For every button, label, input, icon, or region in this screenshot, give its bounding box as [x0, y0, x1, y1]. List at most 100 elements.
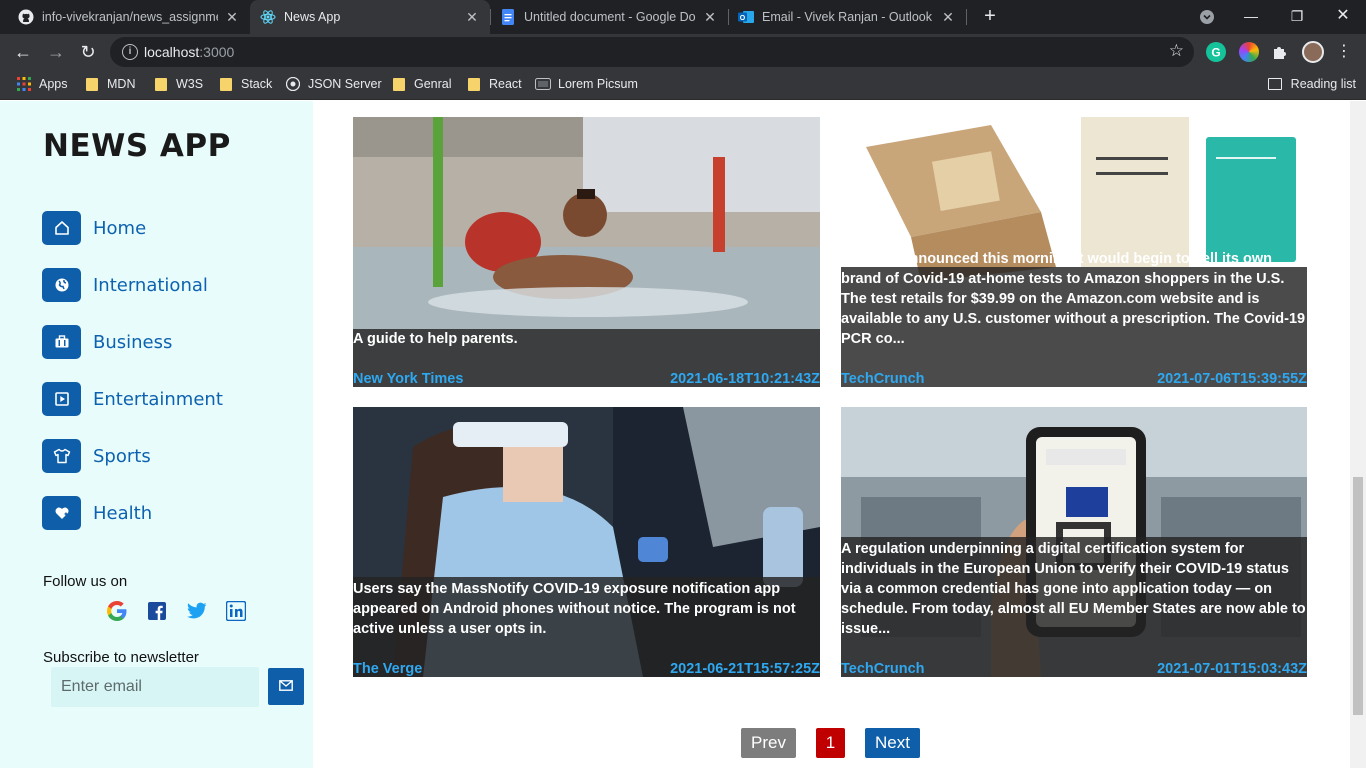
folder-icon	[155, 77, 167, 91]
google-docs-icon	[500, 9, 516, 25]
nav-item-health[interactable]: Health	[42, 496, 152, 530]
reading-list-icon	[1267, 78, 1282, 90]
browser-toolbar: ← → ↻ i localhost:3000 ☆ G ⋮	[0, 34, 1366, 70]
article-description: Users say the MassNotify COVID-19 exposu…	[353, 581, 796, 637]
reading-list-button[interactable]: Reading list	[1267, 77, 1356, 91]
current-page-indicator[interactable]: 1	[816, 728, 845, 758]
close-window-button[interactable]: ✕	[1320, 0, 1366, 34]
bookmark-mdn[interactable]: MDN	[86, 77, 135, 91]
article-date: 2021-07-01T15:03:43Z	[1157, 661, 1307, 677]
tab-title: Untitled document - Google Docs	[524, 10, 696, 24]
reload-button[interactable]: ↻	[75, 39, 101, 65]
scrollbar-thumb[interactable]	[1353, 477, 1363, 715]
prev-page-button[interactable]: Prev	[741, 728, 796, 758]
news-feed: A guide to help parents. New York Times …	[313, 101, 1350, 768]
close-tab-icon[interactable]: ✕	[224, 9, 240, 26]
bookmark-genral[interactable]: Genral	[393, 77, 452, 91]
globe-icon	[42, 268, 81, 302]
svg-text:G: G	[1211, 46, 1220, 60]
mail-icon	[279, 678, 293, 696]
article-source[interactable]: TechCrunch	[841, 371, 925, 387]
tshirt-icon	[42, 439, 81, 473]
app-title: NEWS APP	[43, 128, 231, 164]
apps-grid-icon	[16, 77, 32, 91]
play-icon	[42, 382, 81, 416]
address-bar[interactable]: i localhost:3000 ☆	[110, 37, 1194, 67]
browser-tabstrip: info-vivekranjan/news_assignment ✕ News …	[0, 0, 1366, 34]
bookmark-json-server[interactable]: JSON Server	[285, 77, 382, 91]
page-icon	[535, 77, 551, 91]
article-description: Amazon announced this morning it would b…	[841, 251, 1306, 347]
nav-item-business[interactable]: Business	[42, 325, 172, 359]
browser-tab-outlook[interactable]: O Email - Vivek Ranjan - Outlook ✕	[728, 0, 966, 34]
sidebar: NEWS APP Home International Business Ent…	[0, 101, 313, 768]
bookmark-stack[interactable]: Stack	[220, 77, 272, 91]
bookmarks-bar: Apps MDN W3S Stack JSON Server Genral Re…	[0, 70, 1366, 100]
news-card[interactable]: Users say the MassNotify COVID-19 exposu…	[353, 407, 820, 677]
follow-us-label: Follow us on	[43, 573, 128, 590]
site-info-icon[interactable]: i	[122, 44, 138, 60]
tab-divider	[966, 9, 967, 25]
twitter-icon[interactable]	[185, 599, 209, 623]
react-icon	[260, 9, 276, 25]
browser-tab-google-docs[interactable]: Untitled document - Google Docs ✕	[490, 0, 728, 34]
forward-button[interactable]: →	[43, 39, 69, 65]
nav-item-sports[interactable]: Sports	[42, 439, 151, 473]
new-tab-button[interactable]: +	[978, 5, 1002, 29]
news-card[interactable]: A regulation underpinning a digital cert…	[841, 407, 1307, 677]
tab-title: Email - Vivek Ranjan - Outlook	[762, 10, 932, 24]
article-description: A regulation underpinning a digital cert…	[841, 541, 1306, 637]
grammarly-icon[interactable]: G	[1206, 42, 1226, 62]
facebook-icon[interactable]	[145, 599, 169, 623]
menu-dots-icon[interactable]: ⋮	[1334, 42, 1354, 62]
github-icon	[285, 77, 301, 91]
extensions-puzzle-icon[interactable]	[1270, 42, 1290, 62]
tab-divider	[490, 9, 491, 25]
maximize-button[interactable]: ❐	[1274, 0, 1320, 34]
browser-tab-news-app[interactable]: News App ✕	[250, 0, 490, 34]
article-date: 2021-06-21T15:57:25Z	[670, 661, 820, 677]
svg-text:O: O	[740, 15, 746, 22]
heart-icon	[42, 496, 81, 530]
bookmark-star-icon[interactable]: ☆	[1169, 41, 1184, 61]
folder-icon	[468, 77, 480, 91]
article-source[interactable]: TechCrunch	[841, 661, 925, 677]
news-card[interactable]: A guide to help parents. New York Times …	[353, 117, 820, 387]
nav-item-home[interactable]: Home	[42, 211, 146, 245]
article-description: A guide to help parents.	[353, 331, 518, 347]
minimize-button[interactable]: —	[1228, 0, 1274, 34]
nav-item-international[interactable]: International	[42, 268, 208, 302]
bookmark-w3s[interactable]: W3S	[155, 77, 203, 91]
profile-avatar[interactable]	[1302, 41, 1324, 63]
email-field[interactable]	[51, 667, 259, 707]
google-icon[interactable]	[105, 599, 129, 623]
url-text: localhost:3000	[144, 44, 235, 60]
bookmark-apps[interactable]: Apps	[16, 77, 68, 91]
close-tab-icon[interactable]: ✕	[464, 9, 480, 26]
news-card[interactable]: Amazon announced this morning it would b…	[841, 117, 1307, 387]
article-source[interactable]: The Verge	[353, 661, 422, 677]
browser-tab-github[interactable]: info-vivekranjan/news_assignment ✕	[8, 0, 250, 34]
close-tab-icon[interactable]: ✕	[702, 9, 718, 26]
back-button[interactable]: ←	[10, 39, 36, 65]
linkedin-icon[interactable]	[224, 599, 248, 623]
page-scrollbar[interactable]	[1350, 101, 1366, 768]
nav-item-entertainment[interactable]: Entertainment	[42, 382, 223, 416]
tab-title: News App	[284, 10, 341, 24]
folder-icon	[393, 77, 405, 91]
outlook-icon: O	[738, 9, 754, 25]
briefcase-icon	[42, 325, 81, 359]
article-source[interactable]: New York Times	[353, 371, 463, 387]
folder-icon	[86, 77, 98, 91]
subscribe-button[interactable]	[268, 668, 304, 705]
tab-search-button[interactable]	[1184, 0, 1230, 34]
tab-title: info-vivekranjan/news_assignment	[42, 10, 218, 24]
color-picker-extension-icon[interactable]	[1239, 42, 1259, 62]
newsletter-label: Subscribe to newsletter	[43, 649, 199, 666]
close-tab-icon[interactable]: ✕	[940, 9, 956, 26]
folder-icon	[220, 77, 232, 91]
home-icon	[42, 211, 81, 245]
next-page-button[interactable]: Next	[865, 728, 920, 758]
bookmark-lorem-picsum[interactable]: Lorem Picsum	[535, 77, 638, 91]
bookmark-react[interactable]: React	[468, 77, 522, 91]
